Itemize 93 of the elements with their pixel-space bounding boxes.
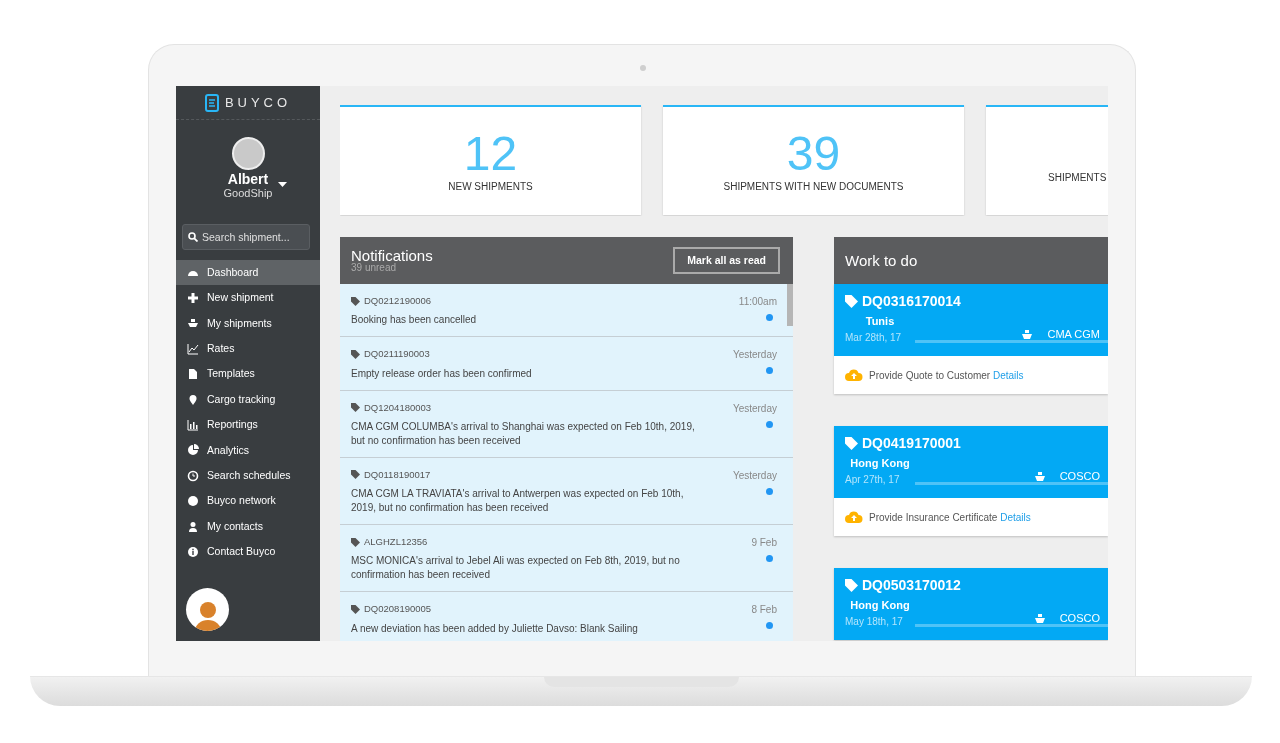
notification-time: 9 Feb (751, 536, 777, 550)
bar-chart-icon (187, 419, 199, 432)
notification-time: 11:00am (738, 295, 777, 309)
avatar-circle (231, 137, 265, 170)
notification-item[interactable]: DQ0211190003 Empty release order has been confirmed Yesterday (340, 337, 793, 391)
nav-item[interactable]: Cargo tracking (176, 386, 320, 413)
nav-item[interactable]: Analytics (176, 437, 320, 464)
caret-icon[interactable] (278, 182, 288, 187)
reference-text: DQ0208190005 (364, 602, 432, 617)
logo-icon (204, 93, 219, 112)
stat-value: 39 (786, 128, 841, 179)
reference-text: DQ1204180003 (364, 400, 432, 415)
plus-icon (187, 292, 199, 305)
clock-icon (187, 469, 199, 482)
map-pin-icon (187, 393, 199, 406)
notification-item[interactable]: ALGHZL12356 MSC MONICA's arrival to Jebel Ali was expected on Feb 8th, 2019, but no confirmation has been received 9 Feb (340, 525, 793, 593)
task-text: Provide Quote to Customer Details (869, 368, 1024, 383)
notification-item[interactable]: DQ0212190006 Booking has been cancelled 11:00am (340, 284, 793, 338)
stat-label: NEW SHIPMENTS (448, 179, 533, 194)
notification-time: Yesterday (732, 401, 777, 416)
stat-value: 12 (463, 128, 518, 179)
shipment-reference: DQ0419170001 (862, 435, 961, 451)
notification-message: CMA CGM LA TRAVIATA's arrival to Antwerpen was expected on Feb 10th, 2019, but no confirmation has been received (351, 487, 685, 515)
stat-label: SHIPMENTS (1048, 170, 1107, 185)
panel-title: Work to do (845, 253, 918, 268)
tag-icon (351, 349, 360, 359)
scrollbar-thumb[interactable] (787, 284, 793, 326)
logo-text: BUYCO (224, 93, 292, 112)
search-icon (188, 232, 198, 242)
shipment-date: May 18th, 17 (845, 614, 904, 629)
carrier-name: COSCO (1059, 469, 1100, 484)
ship-icon (1021, 328, 1034, 340)
nav-item[interactable]: Reportings (176, 412, 320, 438)
notification-message: Booking has been cancelled (351, 313, 478, 328)
shipment-date: Mar 28th, 17 (845, 330, 903, 345)
notification-time: Yesterday (732, 348, 777, 363)
line-chart-icon (187, 342, 199, 355)
reference-text: ALGHZL12356 (364, 535, 428, 549)
nav-item[interactable]: My contacts (176, 513, 320, 540)
carrier-name: CMA CGM (1047, 327, 1100, 342)
notification-time: 8 Feb (751, 603, 777, 618)
nav-item[interactable]: New shipment (176, 285, 320, 311)
mark-read-button[interactable]: Mark all as read (673, 246, 780, 275)
nav-item[interactable]: Contact Buyco (176, 539, 320, 565)
cloud-upload-icon (845, 369, 863, 381)
cloud-upload-icon (845, 511, 863, 523)
camera-dot (640, 65, 646, 71)
notification-message: Empty release order has been confirmed (351, 366, 533, 381)
pie-chart-icon (187, 444, 199, 457)
nav-item[interactable]: Templates (176, 361, 320, 387)
company-name: GoodShip (223, 187, 273, 200)
nav-item[interactable]: My shipments (176, 310, 320, 337)
notification-item[interactable]: DQ0118190017 CMA CGM LA TRAVIATA's arrival to Antwerpen was expected on Feb 10th, 2019, but no confirmation has been received Yesterday (340, 457, 793, 525)
task-text: Provide Insurance Certificate Details (869, 510, 1031, 525)
shipment-date: Apr 27th, 17 (845, 472, 901, 487)
tag-icon (351, 403, 360, 413)
notification-item[interactable]: DQ0208190005 A new deviation has been added by Juliette Davso: Blank Sailing 8 Feb (340, 592, 793, 641)
carrier-name: COSCO (1059, 611, 1100, 626)
tag-icon (845, 294, 858, 308)
user-name: Albert (226, 172, 270, 187)
nav-item[interactable]: Buyco network (176, 488, 320, 514)
reference-text: DQ0211190003 (364, 347, 430, 362)
notification-time: Yesterday (732, 468, 777, 483)
shipment-reference: DQ0503170012 (862, 577, 961, 593)
info-icon (187, 546, 199, 558)
tag-icon (351, 470, 360, 480)
document-icon (187, 368, 199, 381)
reference-text: DQ0118190017 (364, 467, 431, 482)
search-field[interactable]: Search shipment... (182, 224, 310, 250)
stat-label: SHIPMENTS WITH NEW DOCUMENTS (723, 179, 904, 194)
reference-text: DQ0212190006 (364, 294, 432, 308)
tag-icon (845, 436, 858, 450)
tag-icon (351, 537, 360, 547)
ship-icon (187, 317, 199, 330)
notification-message: CMA CGM COLUMBA's arrival to Shanghai was expected on Feb 10th, 2019, but no confirmation has been received (351, 419, 696, 448)
nav-item[interactable]: Rates (176, 336, 320, 362)
person-icon (187, 520, 199, 533)
origin-city: Tunis (864, 314, 896, 329)
nav-item[interactable]: Dashboard (176, 260, 320, 286)
shipment-reference: DQ0316170014 (862, 293, 961, 309)
notification-message: A new deviation has been added by Juliette Davso: Blank Sailing (351, 621, 639, 636)
notification-item[interactable]: DQ1204180003 CMA CGM COLUMBA's arrival to Shanghai was expected on Feb 10th, 2019, but no confirmation has been received Yesterday (340, 390, 793, 458)
tag-icon (351, 296, 360, 306)
origin-city: Hong Kong (849, 598, 911, 613)
ship-icon (1033, 612, 1046, 624)
origin-city: Hong Kong (849, 456, 911, 471)
nav-item[interactable]: Search schedules (176, 463, 320, 489)
tag-icon (845, 578, 858, 592)
unread-count: 39 unread (351, 263, 398, 273)
tag-icon (351, 604, 360, 614)
ship-icon (1033, 470, 1046, 482)
notification-message: MSC MONICA's arrival to Jebel Ali was expected on Feb 8th, 2019, but no confirmation has been received (351, 554, 681, 583)
panel-title: Notifications (351, 248, 433, 263)
